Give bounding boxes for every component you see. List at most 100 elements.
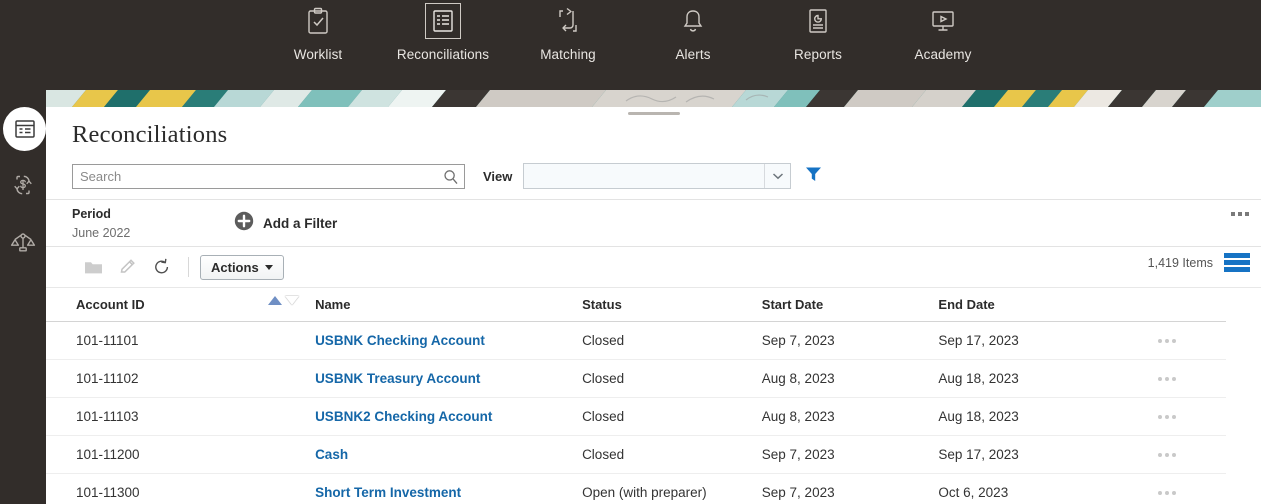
sidebar-item-balance-rules[interactable]	[0, 216, 46, 274]
column-header-status[interactable]: Status	[582, 288, 762, 322]
ellipsis-icon[interactable]	[1157, 338, 1226, 343]
list-view-icon[interactable]	[1224, 253, 1250, 272]
cell-end-date: Aug 18, 2023	[938, 397, 1134, 436]
table-row[interactable]: 101-11103 USBNK2 Checking Account Closed Au…	[46, 397, 1226, 436]
filter-bar-overflow-menu[interactable]	[1231, 212, 1249, 216]
cell-start-date: Sep 7, 2023	[761, 473, 939, 504]
column-label: Account ID	[76, 297, 145, 312]
column-header-name[interactable]: Name	[315, 288, 583, 322]
column-header-start-date[interactable]: Start Date	[761, 288, 939, 322]
cell-account-id: 101-11300	[46, 473, 316, 504]
funnel-icon[interactable]	[805, 166, 822, 187]
filter-period[interactable]: Period June 2022	[72, 207, 222, 240]
filter-bar: Period June 2022 Add a Filter	[46, 199, 1261, 247]
account-link[interactable]: USBNK Treasury Account	[315, 371, 480, 386]
nav-item-worklist[interactable]: Worklist	[256, 0, 381, 62]
account-link[interactable]: USBNK2 Checking Account	[315, 409, 492, 424]
table-body: 101-11101 USBNK Checking Account Closed Sep…	[46, 321, 1226, 504]
cell-end-date: Aug 18, 2023	[938, 359, 1134, 398]
nav-label: Academy	[914, 47, 972, 62]
column-header-account-id[interactable]: Account ID	[46, 288, 316, 322]
content-card: Reconciliations View	[46, 90, 1261, 504]
cell-name[interactable]: USBNK2 Checking Account	[315, 397, 583, 436]
cell-name[interactable]: USBNK Treasury Account	[315, 359, 583, 398]
search-input[interactable]	[73, 164, 428, 188]
table-row[interactable]: 101-11101 USBNK Checking Account Closed Sep…	[46, 321, 1226, 360]
pencil-icon[interactable]	[112, 253, 143, 281]
search-field-wrapper[interactable]	[72, 163, 465, 190]
panel-drag-bar[interactable]	[46, 107, 1261, 120]
cell-end-date: Sep 17, 2023	[938, 435, 1134, 474]
cell-start-date: Aug 8, 2023	[761, 397, 939, 436]
nav-item-reconciliations[interactable]: Reconciliations	[381, 0, 506, 62]
arrows-match-icon	[551, 4, 585, 38]
actions-button-label: Actions	[211, 259, 259, 275]
cell-row-menu[interactable]	[1133, 397, 1226, 436]
cell-end-date: Sep 17, 2023	[938, 321, 1134, 360]
cell-name[interactable]: Cash	[315, 435, 583, 474]
nav-item-reports[interactable]: Reports	[756, 0, 881, 62]
cell-row-menu[interactable]	[1133, 435, 1226, 474]
filter-period-label: Period	[72, 206, 111, 221]
cell-row-menu[interactable]	[1133, 359, 1226, 398]
cell-account-id: 101-11200	[46, 435, 316, 474]
sort-descending-icon[interactable]	[285, 296, 299, 305]
sort-ascending-icon[interactable]	[268, 296, 282, 305]
caret-down-icon	[264, 264, 273, 270]
filter-period-value: June 2022	[72, 225, 131, 240]
plus-circle-icon	[234, 211, 254, 236]
report-chart-icon	[801, 4, 835, 38]
clipboard-check-icon	[301, 4, 335, 38]
column-header-end-date[interactable]: End Date	[938, 288, 1134, 322]
search-icon[interactable]	[443, 169, 458, 190]
ellipsis-icon[interactable]	[1157, 490, 1226, 495]
ellipsis-icon[interactable]	[1157, 452, 1226, 457]
cell-status: Closed	[582, 435, 762, 474]
search-and-view-row: View	[72, 163, 1261, 189]
sidebar-item-transaction-matching[interactable]	[0, 158, 46, 216]
cell-status: Closed	[582, 321, 762, 360]
top-navigation-bar: Worklist Reconciliations Matching Alerts…	[0, 0, 1261, 90]
view-select[interactable]	[523, 163, 792, 189]
list-table-icon	[425, 3, 461, 39]
account-link[interactable]: Cash	[315, 447, 348, 462]
cell-status: Closed	[582, 359, 762, 398]
drag-handle[interactable]	[627, 112, 680, 115]
decorative-banner	[46, 90, 1261, 107]
cell-start-date: Sep 7, 2023	[761, 321, 939, 360]
cell-start-date: Aug 8, 2023	[761, 359, 939, 398]
account-link[interactable]: USBNK Checking Account	[315, 333, 485, 348]
cell-name[interactable]: USBNK Checking Account	[315, 321, 583, 360]
sort-controls[interactable]	[268, 296, 299, 305]
table-row[interactable]: 101-11300 Short Term Investment Open (with…	[46, 473, 1226, 504]
actions-button[interactable]: Actions	[200, 254, 284, 280]
nav-item-academy[interactable]: Academy	[881, 0, 1006, 62]
video-monitor-icon	[926, 4, 960, 38]
cell-account-id: 101-11101	[46, 321, 316, 360]
cell-account-id: 101-11102	[46, 359, 316, 398]
cell-row-menu[interactable]	[1133, 321, 1226, 360]
add-filter-button[interactable]: Add a Filter	[234, 211, 337, 236]
cell-row-menu[interactable]	[1133, 473, 1226, 504]
bell-icon	[676, 4, 710, 38]
chevron-down-icon[interactable]	[764, 164, 790, 188]
cell-name[interactable]: Short Term Investment	[315, 473, 583, 504]
nav-item-matching[interactable]: Matching	[506, 0, 631, 62]
nav-item-alerts[interactable]: Alerts	[631, 0, 756, 62]
currency-exchange-icon	[10, 172, 36, 203]
ellipsis-icon	[1231, 212, 1249, 216]
table-row[interactable]: 101-11102 USBNK Treasury Account Closed Aug…	[46, 359, 1226, 398]
ellipsis-icon[interactable]	[1157, 376, 1226, 381]
add-filter-label: Add a Filter	[263, 215, 338, 231]
sidebar-item-reconciliations[interactable]	[0, 100, 46, 158]
cell-start-date: Sep 7, 2023	[761, 435, 939, 474]
refresh-icon[interactable]	[146, 253, 177, 281]
toolbar-divider	[188, 257, 189, 277]
account-link[interactable]: Short Term Investment	[315, 485, 461, 500]
table-toolbar: Actions 1,419 Items	[46, 247, 1261, 288]
ellipsis-icon[interactable]	[1157, 414, 1226, 419]
nav-label: Reconciliations	[396, 47, 490, 62]
folder-icon[interactable]	[78, 253, 109, 281]
cell-account-id: 101-11103	[46, 397, 316, 436]
table-row[interactable]: 101-11200 Cash Closed Sep 7, 2023 Sep 17, 20…	[46, 435, 1226, 474]
